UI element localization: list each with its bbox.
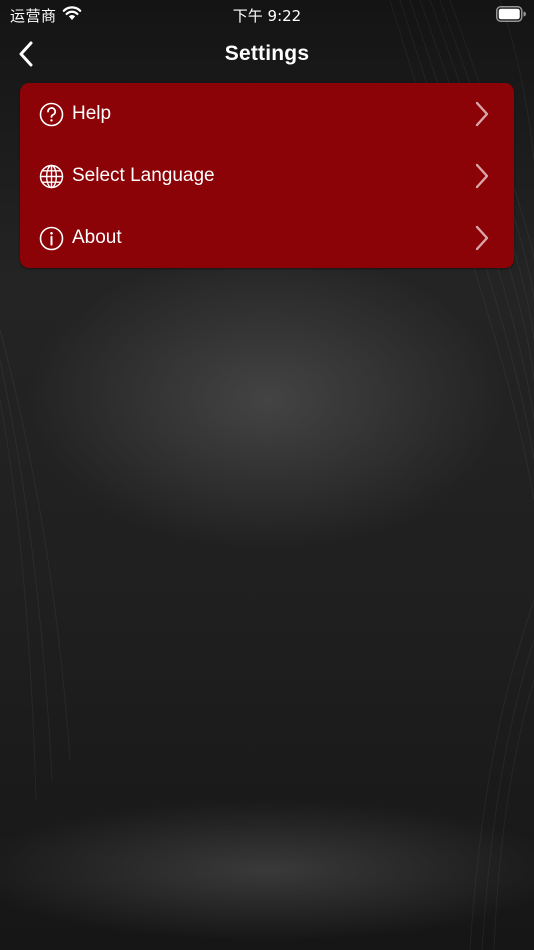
battery-full-icon bbox=[496, 6, 526, 22]
question-circle-icon bbox=[39, 102, 64, 127]
chevron-right-icon bbox=[475, 225, 489, 251]
navigation-bar: Settings bbox=[0, 30, 534, 78]
status-time: 下午 9:22 bbox=[232, 7, 302, 25]
menu-item-select-language[interactable]: Select Language bbox=[20, 145, 514, 207]
globe-icon bbox=[39, 164, 64, 189]
menu-item-label: About bbox=[72, 227, 122, 248]
menu-item-label: Select Language bbox=[72, 165, 215, 186]
menu-item-help[interactable]: Help bbox=[20, 83, 514, 145]
status-bar: 运营商 下午 9:22 bbox=[0, 0, 534, 30]
info-circle-icon bbox=[39, 226, 64, 251]
chevron-right-icon bbox=[475, 163, 489, 189]
chevron-right-icon bbox=[475, 101, 489, 127]
page-title: Settings bbox=[224, 42, 310, 65]
menu-item-label: Help bbox=[72, 103, 112, 124]
menu-item-about[interactable]: About bbox=[20, 207, 514, 269]
settings-menu: Help Select Language About bbox=[20, 83, 514, 268]
